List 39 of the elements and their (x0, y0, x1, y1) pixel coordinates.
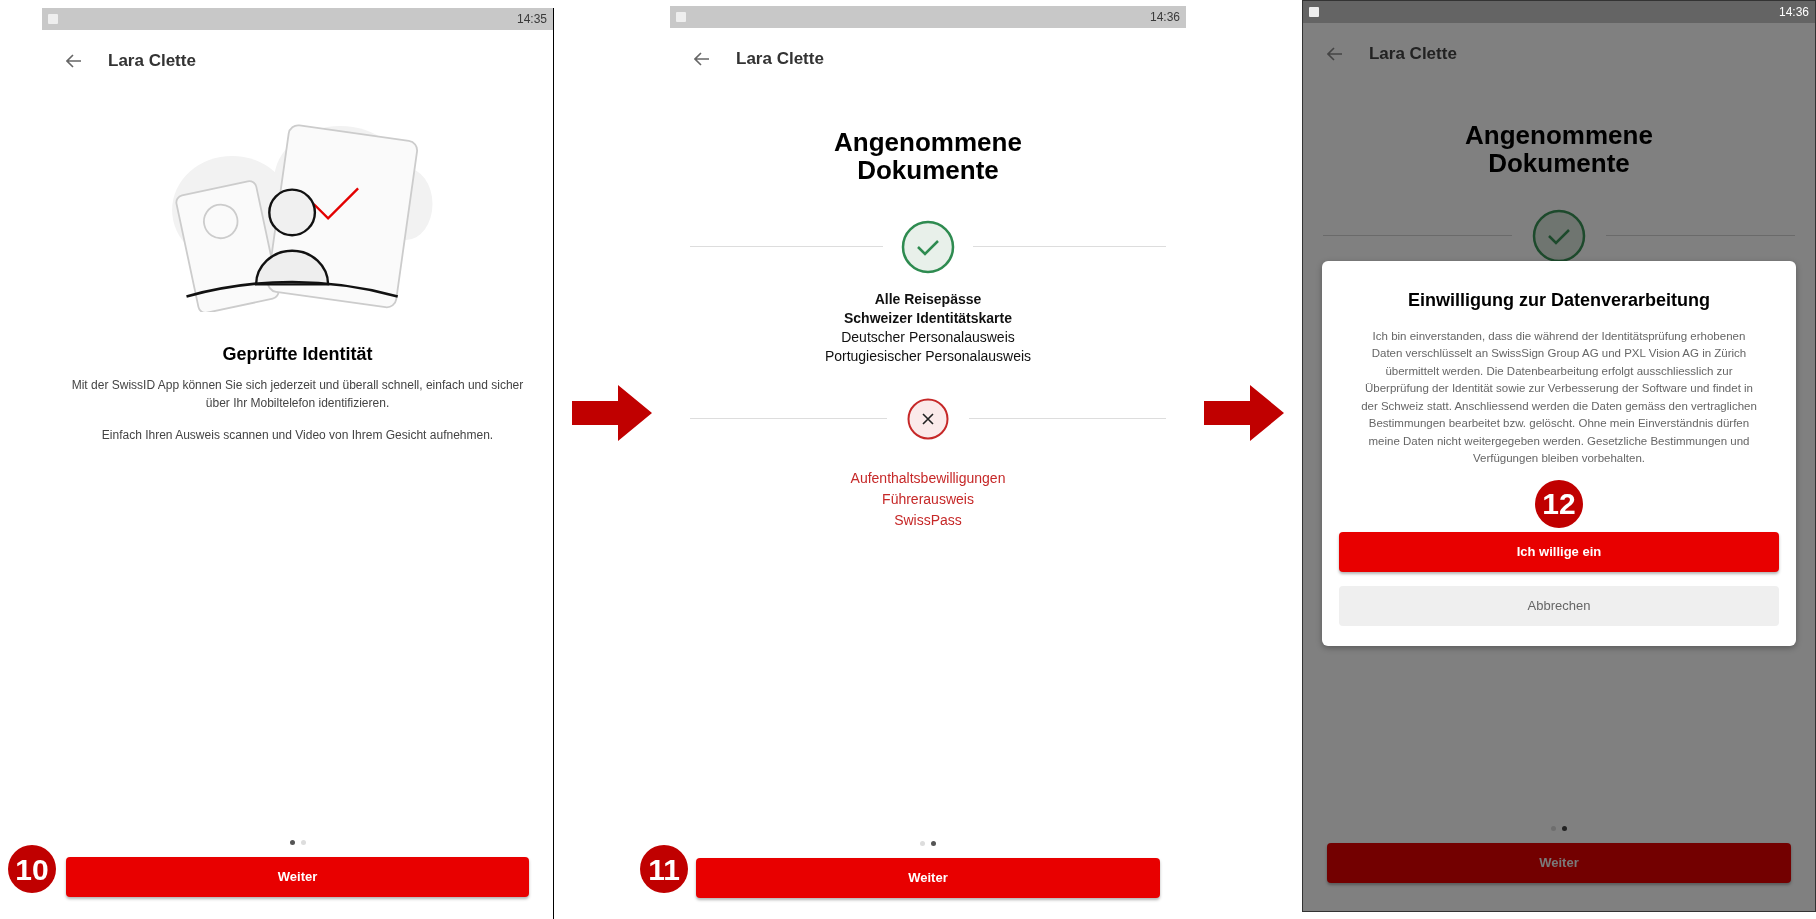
accepted-document: Deutscher Personalausweis (841, 327, 1015, 347)
cancel-button[interactable]: Abbrechen (1339, 585, 1779, 626)
rejected-document: Führerausweis (882, 489, 974, 509)
continue-button[interactable]: Weiter (696, 858, 1160, 898)
rejected-document: Aufenthaltsbewilligungen (850, 468, 1006, 488)
check-circle-icon (1532, 208, 1586, 263)
screen-title: Geprüfte Identität (221, 342, 374, 366)
right-arrow-icon (1204, 385, 1284, 441)
agree-button[interactable]: Ich willige ein (1339, 531, 1779, 572)
step-number-badge: 12 (1535, 479, 1583, 528)
accepted-document: Schweizer Identitätskarte (843, 308, 1012, 328)
status-time: 14:36 (1778, 4, 1809, 21)
right-arrow-icon (572, 385, 652, 441)
status-time: 14:36 (1149, 9, 1180, 26)
status-time: 14:35 (516, 11, 547, 28)
cross-circle-icon (907, 397, 949, 440)
back-arrow-icon[interactable] (1327, 46, 1343, 61)
check-circle-icon (901, 219, 955, 274)
screen-title: Angenommene Dokumente (1464, 120, 1654, 177)
dialog-title: Einwilligung zur Datenverarbeitung (1407, 288, 1710, 312)
description-text: Mit der SwissID App können Sie sich jederzeit und überall schnell, einfach und sicher über Ihr Mobiltelefon identifizieren. (70, 376, 525, 412)
continue-button[interactable]: Weiter (66, 857, 529, 897)
notification-icon (676, 12, 686, 22)
back-arrow-icon[interactable] (694, 51, 710, 66)
screen-title: Angenommene Dokumente (833, 127, 1023, 184)
continue-button[interactable]: Weiter (1327, 843, 1791, 883)
notification-icon (1309, 7, 1319, 17)
notification-icon (48, 14, 58, 24)
accepted-document: Portugiesischer Personalausweis (824, 346, 1032, 366)
rejected-document: SwissPass (894, 510, 962, 530)
step-number-badge: 11 (640, 845, 688, 893)
back-arrow-icon[interactable] (66, 53, 82, 68)
description-text: Einfach Ihren Ausweis scannen und Video von Ihrem Gesicht aufnehmen. (100, 426, 495, 444)
step-number-badge: 10 (8, 845, 56, 893)
header-title: Lara Clette (1369, 43, 1457, 65)
header-title: Lara Clette (736, 48, 824, 70)
header-title: Lara Clette (108, 50, 196, 72)
accepted-document: Alle Reisepässe (874, 289, 982, 309)
consent-text: Ich bin einverstanden, dass die während der Identitätsprüfung erhobenen Daten verschlüsselt an SwissSign Group AG und PXL Vision AG in Zürich übermittelt werden. Die Datenbearbeitung erfolgt ausschliesslich zur Überprüfung der Identität sowie zur Verbesserung der Software und findet in der Schweiz statt. Anschliessend werden die Daten gemäss den vertraglichen Bestimmungen bearbeitet bzw. gelöscht. Ohne mein Einverständnis dürfen meine Daten nicht weitergegeben werden. Gesetzliche Bestimmungen und Verfügungen bleiben vorbehalten. (1360, 328, 1758, 466)
